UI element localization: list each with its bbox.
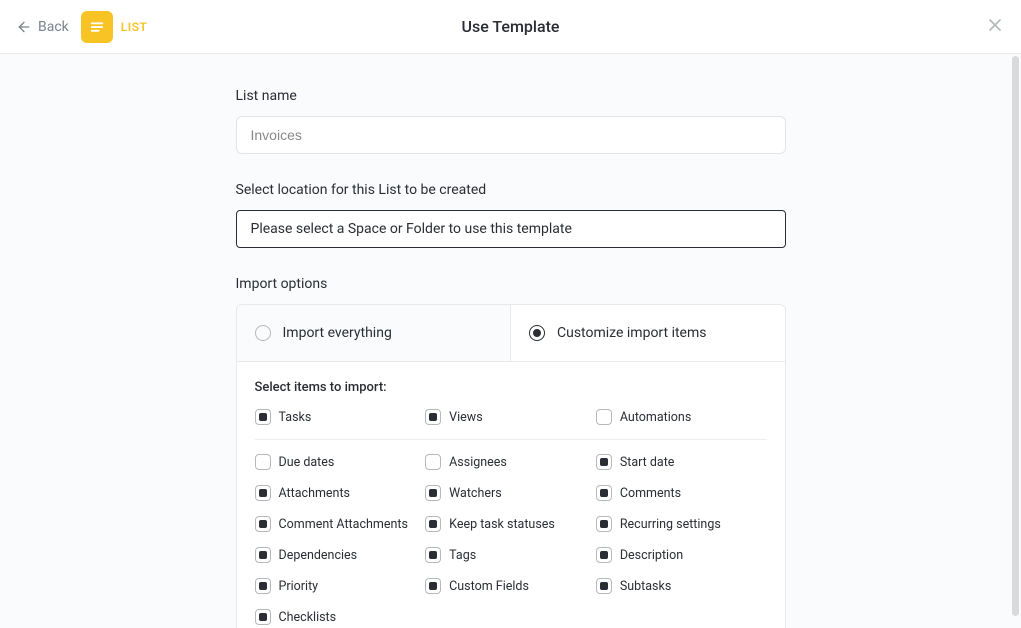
checkbox-icon — [425, 578, 441, 594]
check-label: Comment Attachments — [279, 517, 408, 532]
checkbox-icon — [255, 547, 271, 563]
check-item-assignees[interactable]: Assignees — [425, 454, 596, 470]
check-item-comment-attachments[interactable]: Comment Attachments — [255, 516, 426, 532]
checkbox-icon — [425, 547, 441, 563]
check-item-custom-fields[interactable]: Custom Fields — [425, 578, 596, 594]
check-item-recurring-settings[interactable]: Recurring settings — [596, 516, 767, 532]
list-name-input[interactable] — [236, 116, 786, 154]
check-label: Dependencies — [279, 548, 358, 563]
dialog-header: Back LIST Use Template — [0, 0, 1021, 54]
check-item-due-dates[interactable]: Due dates — [255, 454, 426, 470]
checkbox-icon — [425, 409, 441, 425]
import-items-panel: Select items to import: Tasks Views Automa… — [236, 362, 786, 628]
radio-icon — [529, 325, 545, 341]
check-label: Custom Fields — [449, 579, 529, 594]
checkbox-icon — [596, 454, 612, 470]
check-item-tasks[interactable]: Tasks — [255, 409, 426, 425]
checkbox-icon — [255, 409, 271, 425]
grid-checks: Due dates Assignees Start date Attachments W… — [255, 454, 767, 625]
check-label: Start date — [620, 455, 675, 470]
checkbox-icon — [255, 578, 271, 594]
check-item-tags[interactable]: Tags — [425, 547, 596, 563]
location-label: Select location for this List to be crea… — [236, 182, 786, 198]
location-select[interactable]: Please select a Space or Folder to use t… — [236, 210, 786, 248]
check-label: Automations — [620, 410, 691, 425]
check-label: Keep task statuses — [449, 517, 555, 532]
checkbox-icon — [425, 454, 441, 470]
location-placeholder: Please select a Space or Folder to use t… — [251, 221, 572, 237]
check-label: Views — [449, 410, 482, 425]
radio-customize-import[interactable]: Customize import items — [511, 305, 785, 361]
check-label: Priority — [279, 579, 319, 594]
check-item-comments[interactable]: Comments — [596, 485, 767, 501]
check-label: Watchers — [449, 486, 502, 501]
check-item-priority[interactable]: Priority — [255, 578, 426, 594]
check-label: Comments — [620, 486, 681, 501]
top-checks-row: Tasks Views Automations — [255, 409, 767, 440]
check-label: Attachments — [279, 486, 351, 501]
checkbox-icon — [255, 609, 271, 625]
check-item-watchers[interactable]: Watchers — [425, 485, 596, 501]
check-item-start-date[interactable]: Start date — [596, 454, 767, 470]
check-item-views[interactable]: Views — [425, 409, 596, 425]
checkbox-icon — [596, 409, 612, 425]
checkbox-icon — [596, 547, 612, 563]
check-label: Tasks — [279, 410, 312, 425]
radio-label: Import everything — [283, 325, 392, 341]
checkbox-icon — [596, 578, 612, 594]
list-icon — [81, 11, 113, 43]
check-item-automations[interactable]: Automations — [596, 409, 767, 425]
checkbox-icon — [596, 485, 612, 501]
list-type-badge: LIST — [81, 11, 148, 43]
checkbox-icon — [255, 516, 271, 532]
import-mode-radios: Import everything Customize import items — [236, 304, 786, 362]
check-item-attachments[interactable]: Attachments — [255, 485, 426, 501]
radio-import-everything[interactable]: Import everything — [237, 305, 512, 361]
check-item-subtasks[interactable]: Subtasks — [596, 578, 767, 594]
checkbox-icon — [425, 485, 441, 501]
arrow-left-icon — [16, 19, 32, 35]
check-item-keep-task-statuses[interactable]: Keep task statuses — [425, 516, 596, 532]
checkbox-icon — [425, 516, 441, 532]
list-name-label: List name — [236, 88, 786, 104]
check-label: Checklists — [279, 610, 337, 625]
dialog-body: List name Select location for this List … — [0, 54, 1021, 628]
checkbox-icon — [596, 516, 612, 532]
select-items-label: Select items to import: — [255, 380, 767, 395]
check-label: Recurring settings — [620, 517, 721, 532]
close-icon — [985, 15, 1005, 35]
check-label: Due dates — [279, 455, 335, 470]
check-item-description[interactable]: Description — [596, 547, 767, 563]
dialog-title: Use Template — [462, 17, 560, 36]
check-label: Assignees — [449, 455, 507, 470]
checkbox-icon — [255, 485, 271, 501]
check-item-dependencies[interactable]: Dependencies — [255, 547, 426, 563]
check-label: Description — [620, 548, 683, 563]
radio-label: Customize import items — [557, 325, 706, 341]
import-options-label: Import options — [236, 276, 786, 292]
radio-icon — [255, 325, 271, 341]
list-type-label: LIST — [121, 20, 148, 34]
back-button[interactable]: Back — [16, 19, 69, 35]
check-label: Subtasks — [620, 579, 671, 594]
check-item-checklists[interactable]: Checklists — [255, 609, 426, 625]
scrollbar[interactable] — [1012, 56, 1019, 616]
checkbox-icon — [255, 454, 271, 470]
check-label: Tags — [449, 548, 476, 563]
close-button[interactable] — [985, 15, 1005, 39]
back-label: Back — [38, 19, 69, 35]
